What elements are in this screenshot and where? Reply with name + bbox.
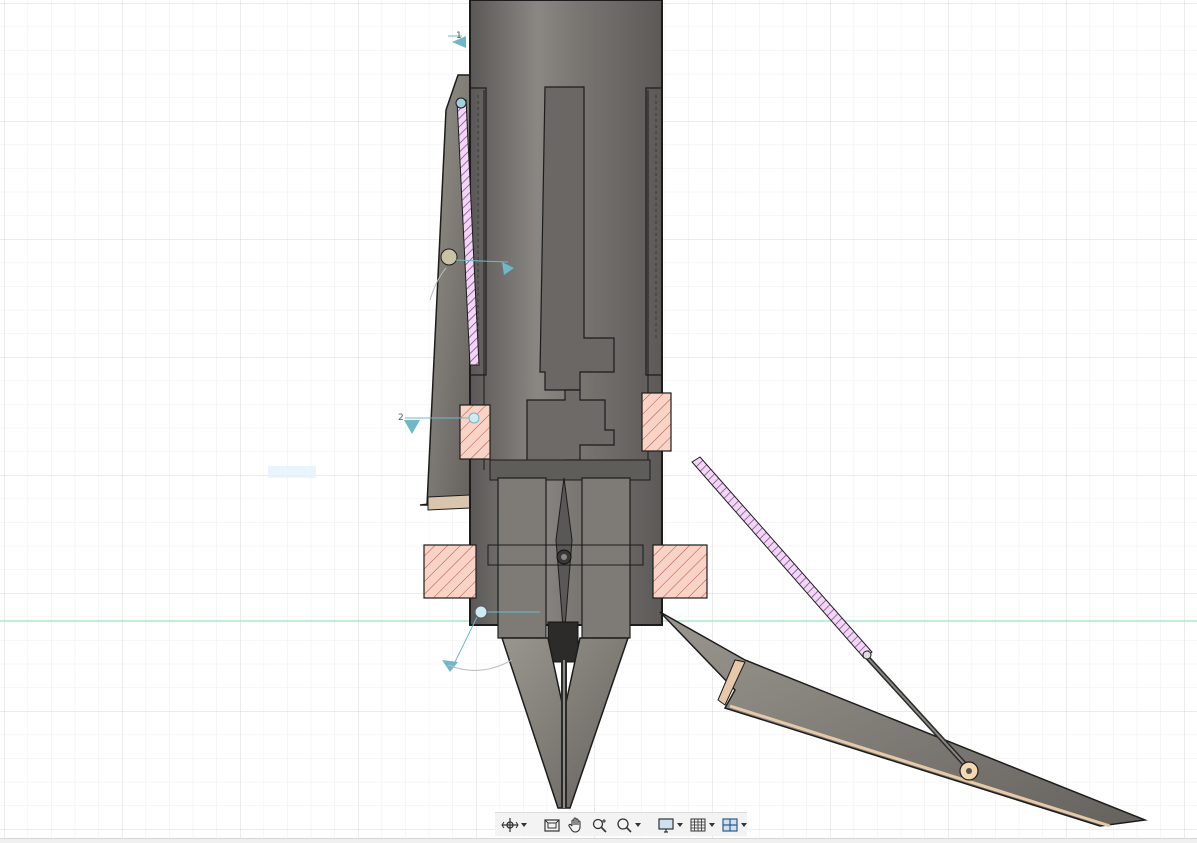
viewports-icon [722, 817, 738, 832]
viewports-button[interactable] [719, 815, 749, 835]
selection-hint [268, 466, 316, 478]
zoom-button[interactable] [589, 815, 611, 835]
chevron-down-icon [635, 822, 641, 827]
pan-button[interactable] [565, 815, 587, 835]
grid-icon [690, 818, 706, 831]
grid-settings-button[interactable] [687, 815, 717, 835]
display-settings-button[interactable] [655, 815, 685, 835]
zoom-window-icon [617, 817, 632, 833]
display-icon [658, 817, 674, 833]
navigation-toolbar [495, 812, 747, 836]
chevron-down-icon [709, 822, 715, 827]
look-at-button[interactable] [541, 815, 563, 835]
status-strip [0, 838, 1197, 843]
chevron-down-icon [521, 822, 527, 827]
chevron-down-icon [677, 822, 683, 827]
zoom-icon [592, 818, 607, 833]
dimension-label: 1 [456, 31, 462, 41]
rocket-body[interactable] [469, 0, 663, 663]
chevron-down-icon [741, 822, 747, 827]
zoom-window-button[interactable] [613, 815, 643, 835]
look-at-icon [544, 818, 560, 832]
dimension-label: 2 [398, 413, 404, 423]
pan-hand-icon [568, 816, 581, 833]
canvas-viewport[interactable]: 1 2 [0, 0, 1197, 842]
orbit-button[interactable] [499, 815, 529, 835]
orbit-icon [501, 817, 519, 832]
